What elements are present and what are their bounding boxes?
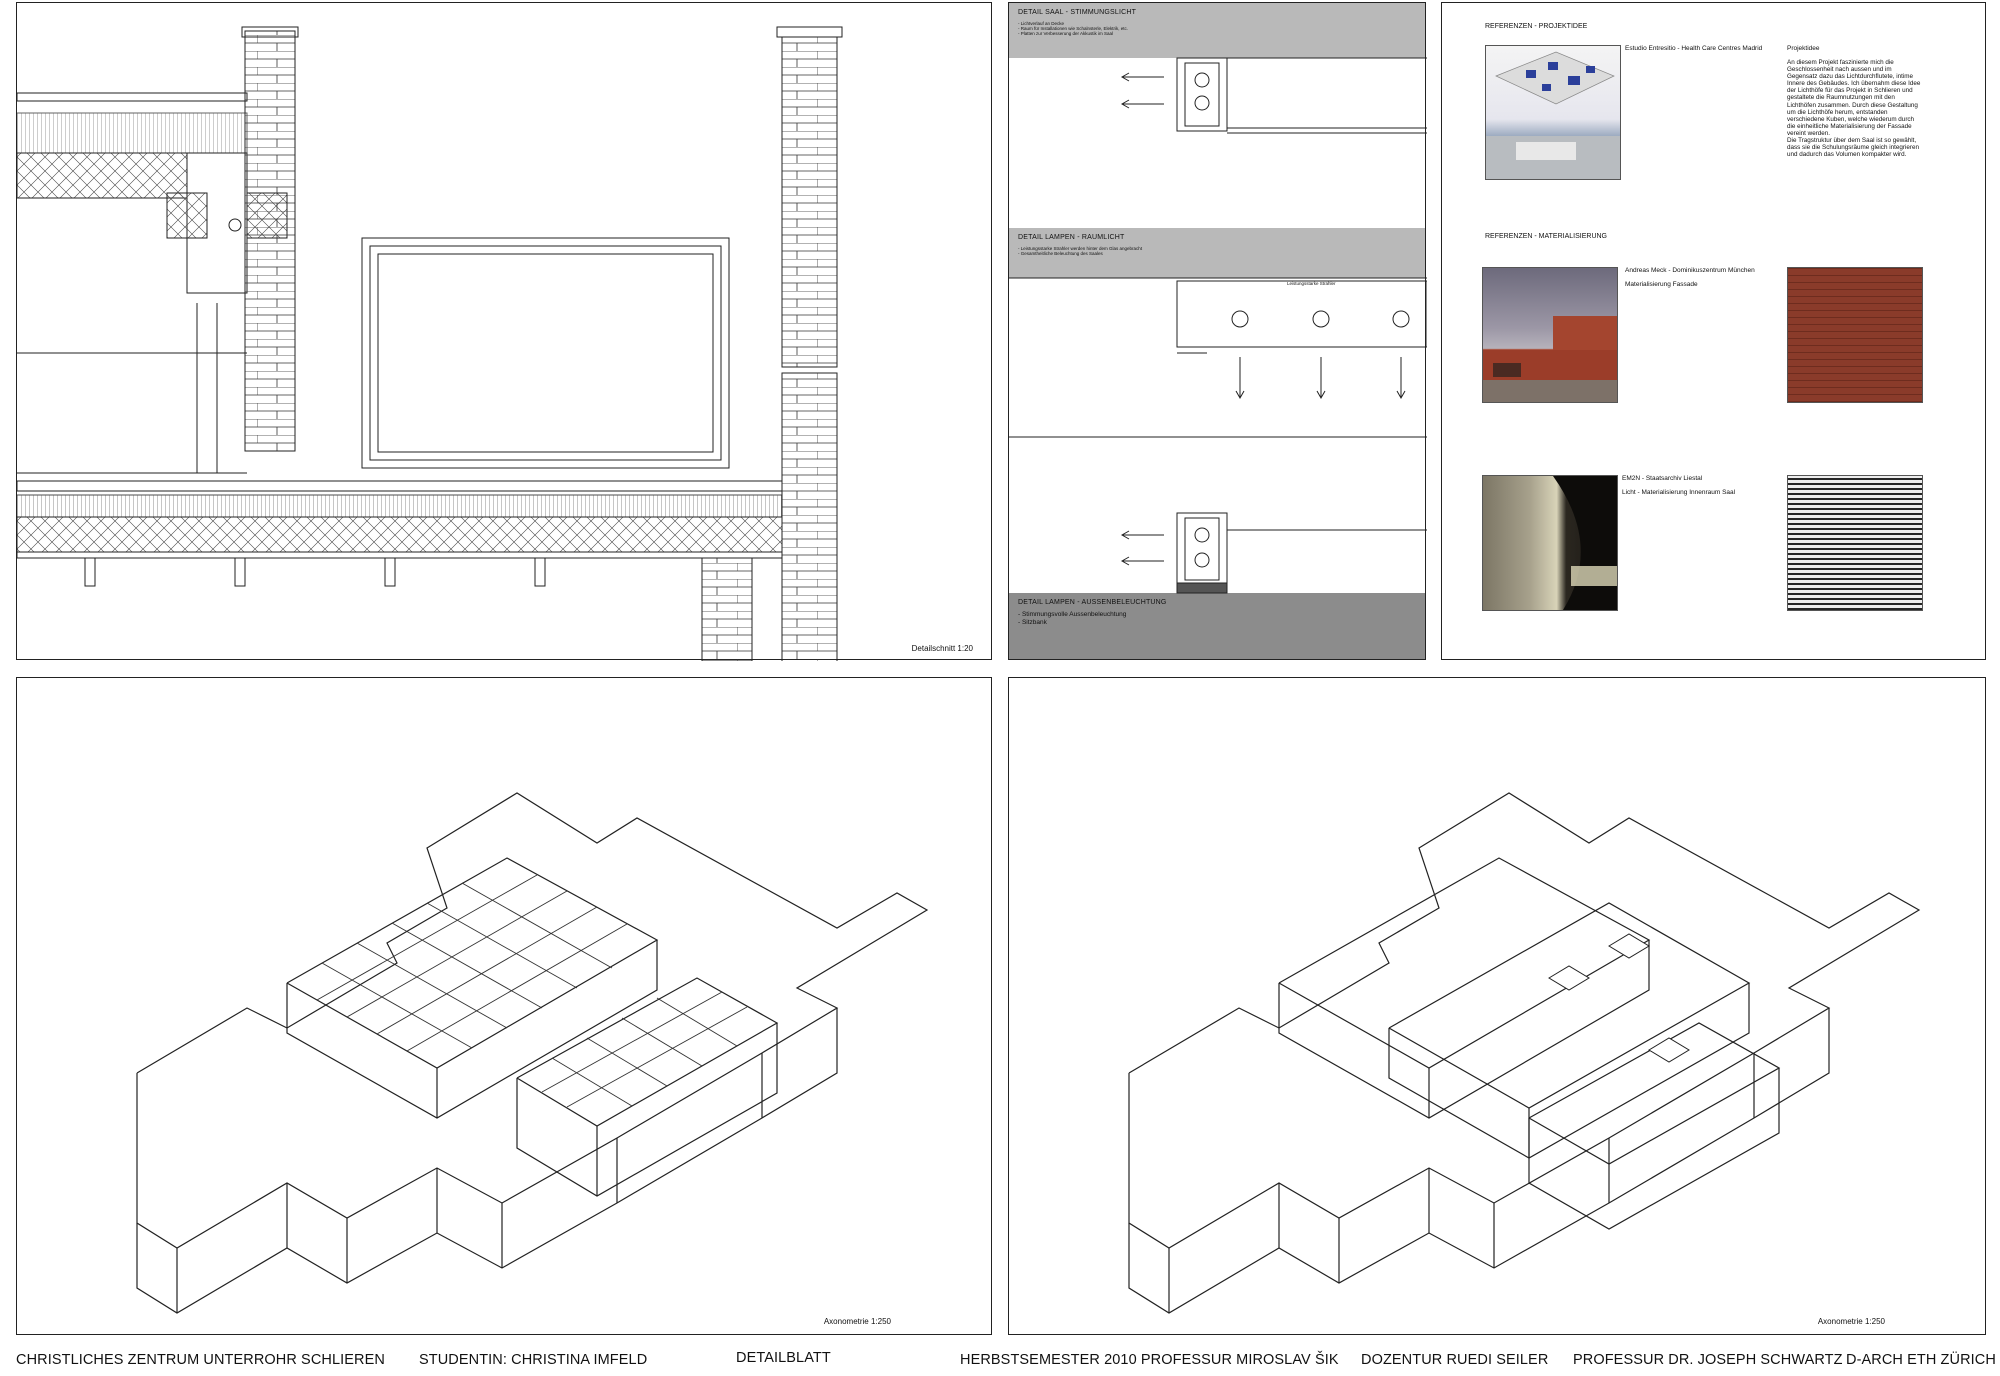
footer-sheet: DETAILBLATT — [736, 1350, 831, 1366]
detail-section-panel: Detailschnitt 1:20 — [16, 2, 992, 661]
idea-line: gestaltete die Raumnutzungen mit den — [1787, 94, 1895, 102]
ref3-subtitle: Licht - Materialisierung Innenraum Saal — [1622, 489, 1736, 496]
ref-heading-materialisierung: REFERENZEN - MATERIALISIERUNG — [1485, 233, 1607, 240]
idea-line: Die Tragstruktur über dem Saal ist so ge… — [1787, 137, 1917, 145]
footer-lecturer: DOZENTUR RUEDI SEILER — [1361, 1352, 1549, 1368]
idea-paragraph: An diesem Projekt faszinierte mich die G… — [1787, 59, 1937, 158]
idea-line: Gegensatz dazu das Lichtdurchflutete, in… — [1787, 73, 1914, 81]
section-caption: Detailschnitt 1:20 — [911, 644, 973, 653]
lamp-label: Leistungsstarke Strahler — [1287, 281, 1336, 286]
ref-image-staatsarchiv — [1482, 475, 1618, 611]
light-wells — [1548, 933, 1690, 1063]
ref2-subtitle: Materialisierung Fassade — [1625, 281, 1698, 288]
idea-line: der Lichthöfe für das Projekt in Schlier… — [1787, 87, 1913, 95]
section-drawing — [17, 26, 843, 661]
idea-line: die einheitliche Materialisierung der Fa… — [1787, 122, 1912, 130]
axo1-caption: Axonometrie 1:250 — [823, 1317, 891, 1326]
axonometry-volume-panel: Axonometrie 1:250 — [1008, 677, 1986, 1335]
footer-student: STUDENTIN: CHRISTINA IMFELD — [419, 1352, 648, 1368]
ref2-title: Andreas Meck - Dominikuszentrum München — [1625, 267, 1755, 274]
idea-line: vereint werden. — [1787, 129, 1831, 137]
idea-line: um die Lichthöfe herum, entstanden — [1787, 108, 1888, 116]
axonometry-structure-panel: Axonometrie 1:250 — [16, 677, 992, 1335]
detail-lighting-panel: DETAIL SAAL - STIMMUNGSLICHT - Lichtverl… — [1008, 2, 1427, 660]
idea-line: Lichthöfen zusammen. Durch diese Gestalt… — [1787, 101, 1918, 109]
footer-project: CHRISTLICHES ZENTRUM UNTERROHR SCHLIEREN — [16, 1352, 385, 1368]
references-panel: REFERENZEN - PROJEKTIDEE Estudio Entresi… — [1441, 2, 1986, 660]
axonometry-structure-drawing — [136, 792, 929, 1314]
ref-image-dominikuszentrum — [1482, 267, 1618, 403]
concrete-texture — [1787, 475, 1923, 611]
ref-heading-projektidee: REFERENZEN - PROJEKTIDEE — [1485, 23, 1588, 30]
ref-image-health-centre — [1485, 45, 1621, 180]
brick-texture — [1787, 267, 1923, 403]
idea-line: verschiedene Kuben, welche wiederum durc… — [1787, 115, 1915, 123]
idea-line: dass sie die Schulungsräume gleich integ… — [1787, 144, 1919, 152]
ceiling-finish — [17, 92, 248, 102]
lighting-details-drawing — [1009, 57, 1427, 594]
axonometry-volume-drawing — [1128, 792, 1921, 1314]
footer-school: D-ARCH ETH ZÜRICH — [1846, 1352, 1996, 1368]
idea-line: An diesem Projekt faszinierte mich die — [1787, 59, 1894, 66]
idea-line: und dadurch das Volumen kompakter wird. — [1787, 151, 1907, 159]
axo2-caption: Axonometrie 1:250 — [1817, 1317, 1885, 1326]
idea-line: Geschlossenheit nach aussen und im — [1787, 66, 1892, 74]
ref3-title: EM2N - Staatsarchiv Liestal — [1622, 475, 1703, 482]
ref1-title: Estudio Entresitio - Health Care Centres… — [1625, 45, 1763, 52]
idea-title: Projektidee — [1787, 45, 1820, 52]
footer-professor: PROFESSUR DR. JOSEPH SCHWARTZ — [1573, 1352, 1843, 1368]
glazing-frame — [361, 237, 730, 469]
footer-semester: HERBSTSEMESTER 2010 PROFESSUR MIROSLAV Š… — [960, 1352, 1339, 1368]
idea-line: Innere des Gebäudes. Ich übernahm diese … — [1787, 80, 1921, 88]
room-grid — [316, 874, 748, 1108]
